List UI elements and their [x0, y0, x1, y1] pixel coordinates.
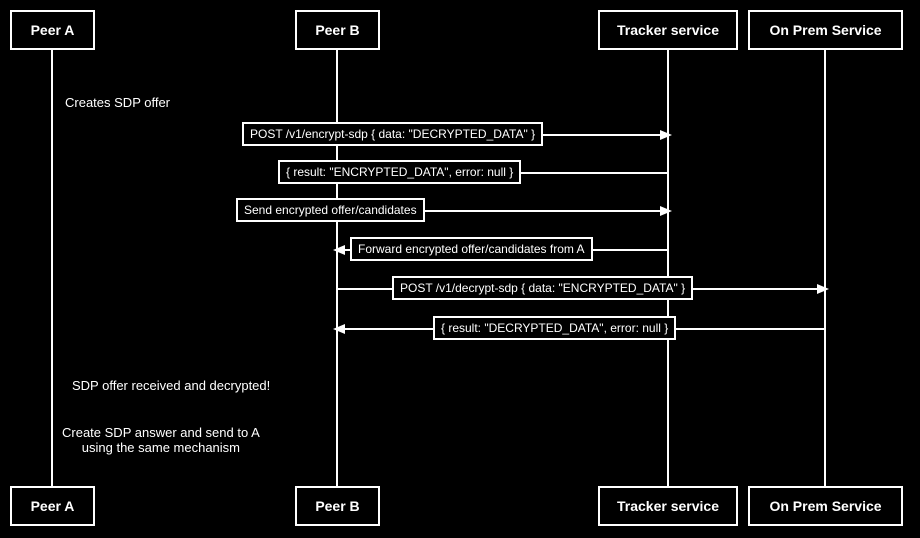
msg6-label: { result: "DECRYPTED_DATA", error: null …: [433, 316, 676, 340]
note-sdp-received: SDP offer received and decrypted!: [72, 363, 270, 393]
actor-tracker-top: Tracker service: [598, 10, 738, 50]
actor-tracker-bottom: Tracker service: [598, 486, 738, 526]
actor-onprem-top: On Prem Service: [748, 10, 903, 50]
sequence-diagram: Peer A Peer B Tracker service On Prem Se…: [0, 0, 920, 538]
msg3-label: Send encrypted offer/candidates: [236, 198, 425, 222]
msg5-label: POST /v1/decrypt-sdp { data: "ENCRYPTED_…: [392, 276, 693, 300]
msg4-label: Forward encrypted offer/candidates from …: [350, 237, 593, 261]
msg1-label: POST /v1/encrypt-sdp { data: "DECRYPTED_…: [242, 122, 543, 146]
actor-peer-b-bottom: Peer B: [295, 486, 380, 526]
note-creates-sdp: Creates SDP offer: [65, 80, 170, 110]
actor-peer-b-top: Peer B: [295, 10, 380, 50]
actor-peer-a-bottom: Peer A: [10, 486, 95, 526]
note-create-answer: Create SDP answer and send to A using th…: [62, 410, 260, 455]
actor-onprem-bottom: On Prem Service: [748, 486, 903, 526]
actor-peer-a-top: Peer A: [10, 10, 95, 50]
msg2-label: { result: "ENCRYPTED_DATA", error: null …: [278, 160, 521, 184]
